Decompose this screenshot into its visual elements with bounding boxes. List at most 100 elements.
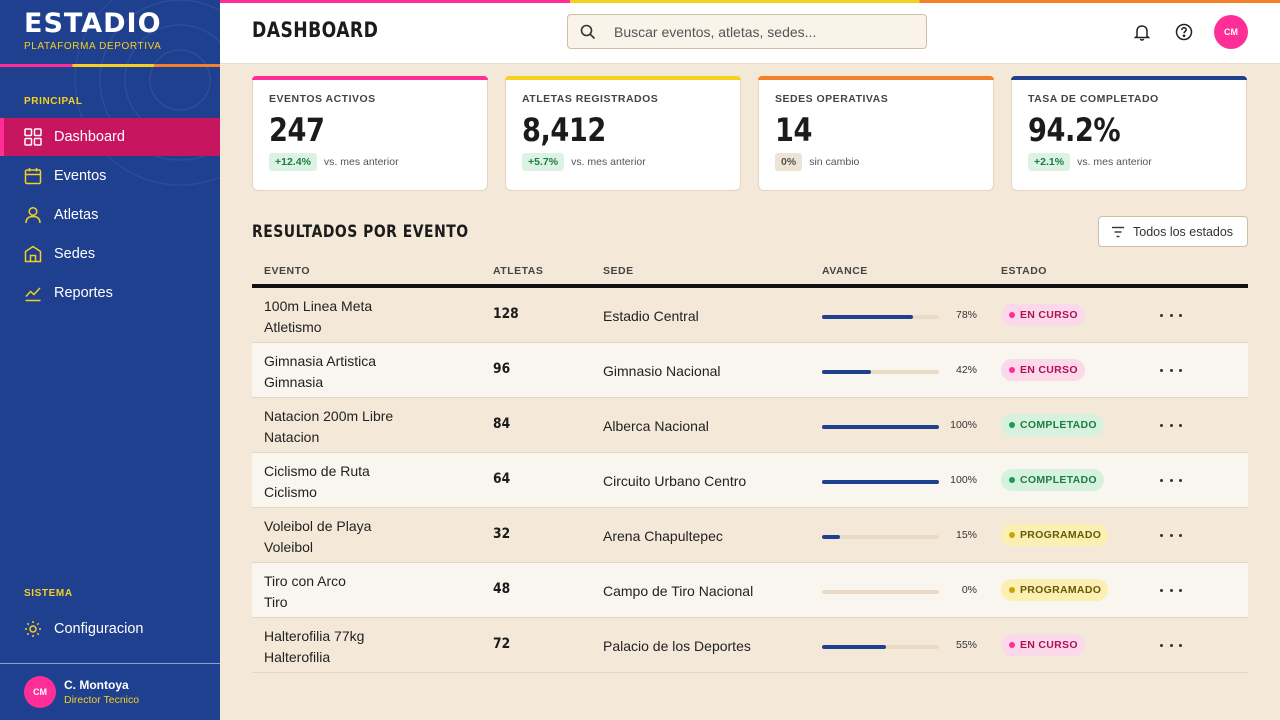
bell-icon[interactable] [1132,22,1152,42]
status-badge: COMPLETADO [1001,469,1104,491]
user-icon [24,206,42,224]
progress-value: 0% [961,584,977,596]
status-label: COMPLETADO [1020,419,1097,431]
table-row[interactable]: Tiro con Arco Tiro 48 Campo de Tiro Naciona… [252,563,1248,618]
event-name: Tiro con Arco [264,573,346,589]
grid-icon [24,128,42,146]
calendar-icon [24,167,42,185]
status-dot [1009,367,1015,373]
athlete-count: 64 [493,471,511,487]
sidebar-item-atletas[interactable]: Atletas [0,196,220,234]
sidebar-item-label: Dashboard [54,129,125,145]
stat-label: SEDES OPERATIVAS [775,93,889,105]
status-dot [1009,532,1015,538]
table-row[interactable]: Ciclismo de Ruta Ciclismo 64 Circuito Urban… [252,453,1248,508]
column-header-sede[interactable]: SEDE [603,265,634,277]
athlete-count: 32 [493,526,511,542]
status-dot [1009,312,1015,318]
progress-value: 15% [955,529,977,541]
stat-note: vs. mes anterior [571,156,646,168]
athlete-count: 96 [493,361,511,377]
more-actions-icon[interactable] [1160,361,1182,379]
brand-title: ESTADIO [24,8,162,39]
stat-label: ATLETAS REGISTRADOS [522,93,659,105]
event-name: 100m Linea Meta [264,298,373,314]
top-header: DASHBOARD CM [220,0,1280,64]
column-header-avance[interactable]: AVANCE [822,265,868,277]
progress-bar [822,645,939,649]
stat-card-sedes-operativas: SEDES OPERATIVAS 14 0% sin cambio [758,76,994,191]
table-row[interactable]: Natacion 200m Libre Natacion 84 Alberca Nac… [252,398,1248,453]
sidebar-item-sedes[interactable]: Sedes [0,235,220,273]
venue-name: Alberca Nacional [603,418,709,434]
status-badge: EN CURSO [1001,634,1085,656]
venue-name: Campo de Tiro Nacional [603,583,754,599]
section-title: RESULTADOS POR EVENTO [252,222,469,242]
sidebar-item-dashboard[interactable]: Dashboard [0,118,220,156]
venue-name: Palacio de los Deportes [603,638,751,654]
section-label-sistema: SISTEMA [24,588,73,599]
event-sport: Gimnasia [264,374,324,390]
progress-fill [822,480,939,484]
filter-icon [1111,226,1125,238]
stat-note: vs. mes anterior [1077,156,1152,168]
stat-value: 94.2% [1028,111,1121,149]
stat-value: 14 [775,111,813,149]
header-avatar[interactable]: CM [1214,15,1248,49]
gear-icon [24,620,42,638]
progress-value: 100% [950,419,977,431]
sidebar-item-reportes[interactable]: Reportes [0,274,220,312]
table-row[interactable]: Voleibol de Playa Voleibol 32 Arena Chapult… [252,508,1248,563]
sidebar-item-eventos[interactable]: Eventos [0,157,220,195]
column-header-atletas[interactable]: ATLETAS [493,265,543,277]
progress-bar [822,370,939,374]
more-actions-icon[interactable] [1160,471,1182,489]
sidebar: ESTADIO PLATAFORMA DEPORTIVA PRINCIPAL D… [0,0,220,720]
help-icon[interactable] [1174,22,1194,42]
search-input[interactable] [614,23,914,40]
more-actions-icon[interactable] [1160,581,1182,599]
more-actions-icon[interactable] [1160,416,1182,434]
user-profile[interactable]: CM C. Montoya Director Tecnico [0,663,220,720]
stat-value: 8,412 [522,111,606,149]
progress-fill [822,535,840,539]
stat-note: sin cambio [809,156,860,168]
progress-bar [822,425,939,429]
user-name: C. Montoya [64,678,129,692]
table-row[interactable]: 100m Linea Meta Atletismo 128 Estadio Centr… [252,288,1248,343]
event-sport: Voleibol [264,539,314,555]
progress-value: 55% [955,639,977,651]
event-name: Gimnasia Artistica [264,353,377,369]
brand-divider [0,64,220,67]
search-box[interactable] [567,14,927,49]
chart-line-icon [24,284,42,302]
progress-value: 42% [955,364,977,376]
sidebar-item-configuracion[interactable]: Configuracion [0,610,220,648]
status-dot [1009,642,1015,648]
table-row[interactable]: Halterofilia 77kg Halterofilia 72 Palacio d… [252,618,1248,673]
more-actions-icon[interactable] [1160,526,1182,544]
status-filter-button[interactable]: Todos los estados [1098,216,1248,247]
column-header-evento[interactable]: EVENTO [264,265,310,277]
stat-card-atletas-registrados: ATLETAS REGISTRADOS 8,412 +5.7% vs. mes … [505,76,741,191]
more-actions-icon[interactable] [1160,306,1182,324]
status-label: PROGRAMADO [1020,529,1102,541]
progress-value: 100% [950,474,977,486]
event-sport: Tiro [264,594,288,610]
status-badge: COMPLETADO [1001,414,1104,436]
athlete-count: 72 [493,636,511,652]
event-sport: Natacion [264,429,320,445]
sidebar-item-label: Reportes [54,285,113,301]
more-actions-icon[interactable] [1160,636,1182,654]
venue-name: Arena Chapultepec [603,528,723,544]
user-role: Director Tecnico [64,694,140,706]
stat-change-badge: +12.4% [269,153,317,171]
column-header-estado[interactable]: ESTADO [1001,265,1047,277]
status-label: COMPLETADO [1020,474,1097,486]
sidebar-item-label: Atletas [54,207,99,223]
section-label-principal: PRINCIPAL [24,96,83,107]
progress-fill [822,315,914,319]
stat-change-badge: +5.7% [522,153,565,171]
table-row[interactable]: Gimnasia Artistica Gimnasia 96 Gimnasio Nac… [252,343,1248,398]
venue-name: Circuito Urbano Centro [603,473,747,489]
